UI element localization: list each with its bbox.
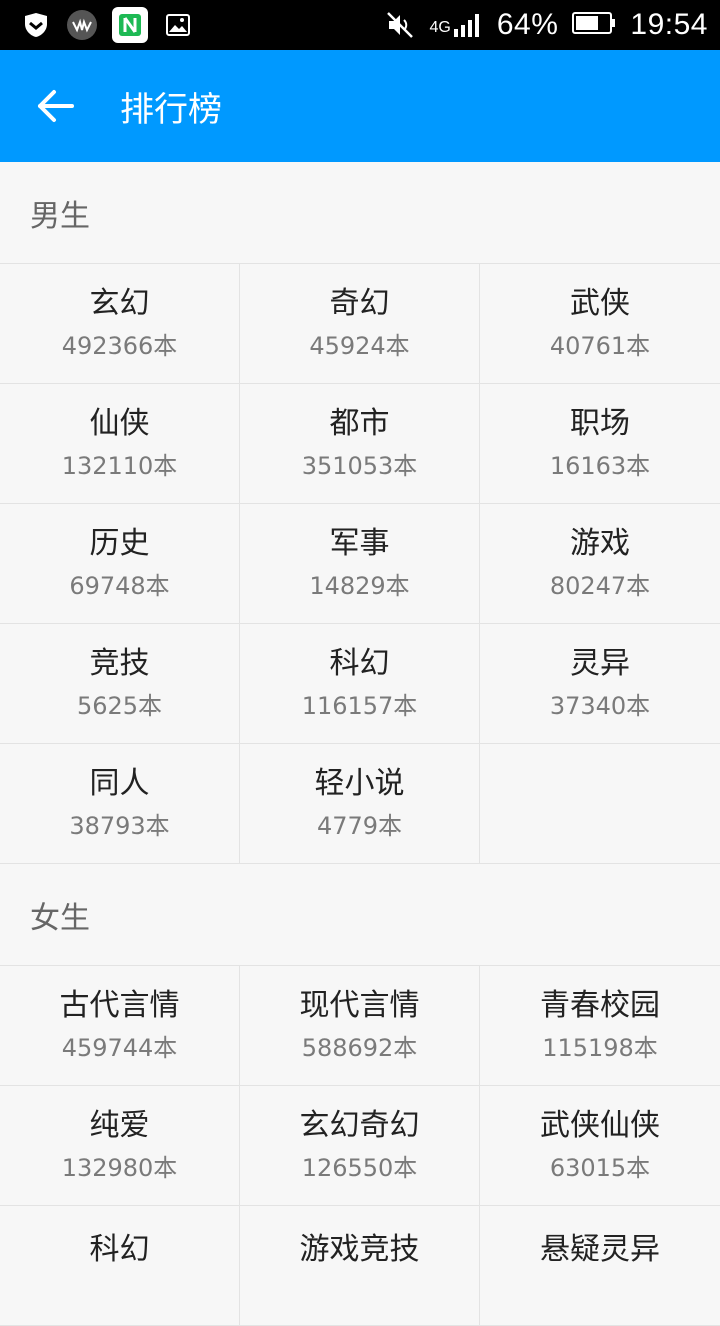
reader-app-icon (112, 7, 148, 43)
category-item[interactable]: 古代言情 459744本 (0, 966, 240, 1086)
category-count: 45924本 (309, 331, 410, 360)
category-item[interactable]: 灵异 37340本 (480, 624, 720, 744)
category-item[interactable]: 竞技 5625本 (0, 624, 240, 744)
category-name: 现代言情 (299, 987, 420, 1023)
category-count: 351053本 (301, 451, 418, 480)
signal-icon (453, 14, 479, 37)
battery-percent: 64% (496, 8, 559, 41)
category-item[interactable]: 玄幻奇幻 126550本 (240, 1086, 480, 1206)
category-grid-female: 古代言情 459744本 现代言情 588692本 青春校园 115198本 纯爱 13… (0, 966, 720, 1326)
category-count: 492366本 (61, 331, 178, 360)
category-count: 126550本 (301, 1153, 418, 1182)
category-item[interactable]: 都市 351053本 (240, 384, 480, 504)
category-name: 武侠 (570, 285, 630, 321)
category-item[interactable]: 青春校园 115198本 (480, 966, 720, 1086)
category-count: 69748本 (69, 571, 170, 600)
signal-indicator: 4G (430, 13, 483, 37)
category-item[interactable]: 科幻 (0, 1206, 240, 1326)
category-name: 纯爱 (89, 1107, 150, 1143)
category-item[interactable]: 悬疑灵异 (480, 1206, 720, 1326)
page-title: 排行榜 (120, 89, 222, 130)
category-item[interactable]: 现代言情 588692本 (240, 966, 480, 1086)
ranking-content: 男生 玄幻 492366本 奇幻 45924本 武侠 40761本 仙侠 132110本… (0, 162, 720, 1326)
network-type: 4G (429, 19, 451, 36)
category-name: 职场 (570, 405, 630, 441)
category-item[interactable]: 纯爱 132980本 (0, 1086, 240, 1206)
category-name: 仙侠 (89, 405, 150, 441)
category-count: 115198本 (542, 1033, 658, 1062)
category-name: 玄幻奇幻 (299, 1107, 420, 1143)
category-item[interactable]: 同人 38793本 (0, 744, 240, 864)
category-count: 132110本 (61, 451, 178, 480)
mute-icon (384, 9, 416, 41)
category-count: 80247本 (549, 571, 651, 600)
category-count: 63015本 (549, 1153, 651, 1182)
category-name: 游戏竞技 (299, 1232, 420, 1267)
category-item[interactable]: 科幻 116157本 (240, 624, 480, 744)
category-name: 武侠仙侠 (540, 1107, 660, 1143)
category-item[interactable]: 武侠 40761本 (480, 264, 720, 384)
shield-icon (20, 9, 52, 41)
category-name: 科幻 (89, 1232, 150, 1267)
category-count: 5625本 (76, 691, 163, 720)
category-item[interactable]: 武侠仙侠 63015本 (480, 1086, 720, 1206)
clock: 19:54 (630, 8, 708, 41)
status-bar-left (20, 7, 194, 43)
back-button[interactable] (32, 82, 80, 130)
category-count: 40761本 (549, 331, 651, 360)
category-name: 军事 (329, 525, 390, 561)
music-app-icon (66, 9, 98, 41)
category-count: 14829本 (309, 571, 410, 600)
category-name: 古代言情 (59, 987, 180, 1023)
section-header-male: 男生 (0, 162, 720, 264)
category-count: 132980本 (61, 1153, 178, 1182)
category-count: 16163本 (549, 451, 651, 480)
category-name: 同人 (89, 765, 150, 801)
category-name: 玄幻 (89, 285, 150, 321)
section-header-female: 女生 (0, 864, 720, 966)
category-item[interactable]: 仙侠 132110本 (0, 384, 240, 504)
app-bar: 排行榜 (0, 50, 720, 162)
image-icon (162, 9, 194, 41)
category-item[interactable]: 奇幻 45924本 (240, 264, 480, 384)
battery-icon (572, 11, 616, 39)
category-item[interactable]: 职场 16163本 (480, 384, 720, 504)
category-count: 37340本 (549, 691, 651, 720)
category-item[interactable]: 游戏竞技 (240, 1206, 480, 1326)
category-name: 科幻 (329, 645, 390, 681)
category-name: 灵异 (570, 645, 630, 681)
status-bar-right: 4G 64% 19:54 (384, 8, 708, 42)
category-item[interactable]: 历史 69748本 (0, 504, 240, 624)
category-item[interactable]: 游戏 80247本 (480, 504, 720, 624)
category-item[interactable]: 轻小说 4779本 (240, 744, 480, 864)
status-bar: 4G 64% 19:54 (0, 0, 720, 50)
category-name: 竞技 (89, 645, 150, 681)
category-name: 游戏 (570, 525, 630, 561)
category-grid-male: 玄幻 492366本 奇幻 45924本 武侠 40761本 仙侠 132110本 都市… (0, 264, 720, 864)
category-name: 都市 (329, 405, 390, 441)
category-name: 轻小说 (314, 765, 405, 801)
category-count: 4779本 (316, 811, 403, 840)
empty-cell (480, 744, 720, 864)
category-count: 116157本 (301, 691, 418, 720)
category-name: 悬疑灵异 (540, 1232, 660, 1267)
category-item[interactable]: 玄幻 492366本 (0, 264, 240, 384)
arrow-left-icon (38, 90, 74, 122)
category-name: 奇幻 (329, 285, 390, 321)
category-name: 青春校园 (540, 987, 660, 1023)
category-count: 588692本 (301, 1033, 418, 1062)
category-item[interactable]: 军事 14829本 (240, 504, 480, 624)
category-count: 459744本 (61, 1033, 178, 1062)
category-name: 历史 (89, 525, 150, 561)
category-count: 38793本 (69, 811, 170, 840)
